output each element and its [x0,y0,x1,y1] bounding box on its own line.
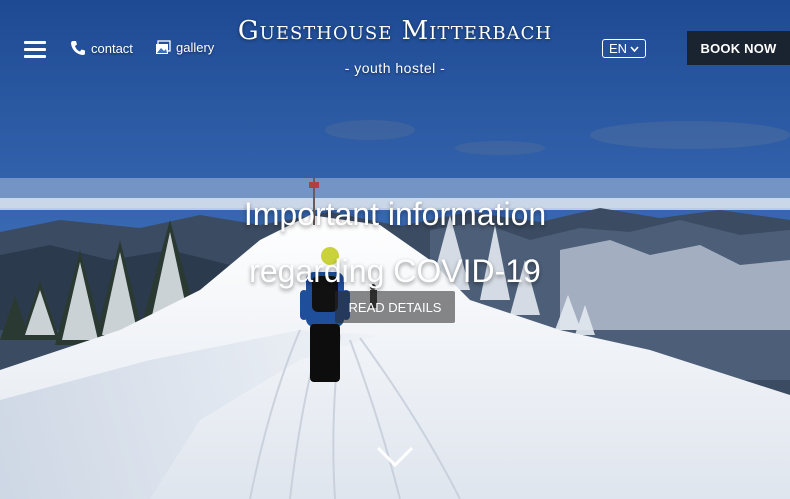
language-value: EN [608,41,628,56]
covid-info: Important information regarding COVID-19 [195,186,595,300]
language-select[interactable]: EN [602,39,646,58]
info-heading-line1: Important information [243,196,547,232]
brand-subtitle: - youth hostel - [344,60,446,76]
book-now-button[interactable]: BOOK NOW [687,31,790,65]
chevron-down-icon [630,45,639,52]
gallery-link[interactable]: gallery [155,40,214,55]
contact-label: contact [91,40,133,56]
brand-title: Guesthouse Mitterbach [237,16,553,46]
gallery-label: gallery [176,40,215,55]
gallery-icon [156,40,171,54]
brand[interactable]: Guesthouse Mitterbach - youth hostel - [230,16,560,76]
hero-section: contact gallery Guesthouse Mitterbach - … [0,0,790,499]
top-bar: contact gallery Guesthouse Mitterbach - … [0,0,790,100]
chevron-down-icon[interactable] [375,444,415,470]
read-details-button[interactable]: READ DETAILS [335,291,455,323]
phone-icon [71,41,85,55]
hamburger-icon[interactable] [24,41,46,58]
contact-link[interactable]: contact [70,40,133,56]
